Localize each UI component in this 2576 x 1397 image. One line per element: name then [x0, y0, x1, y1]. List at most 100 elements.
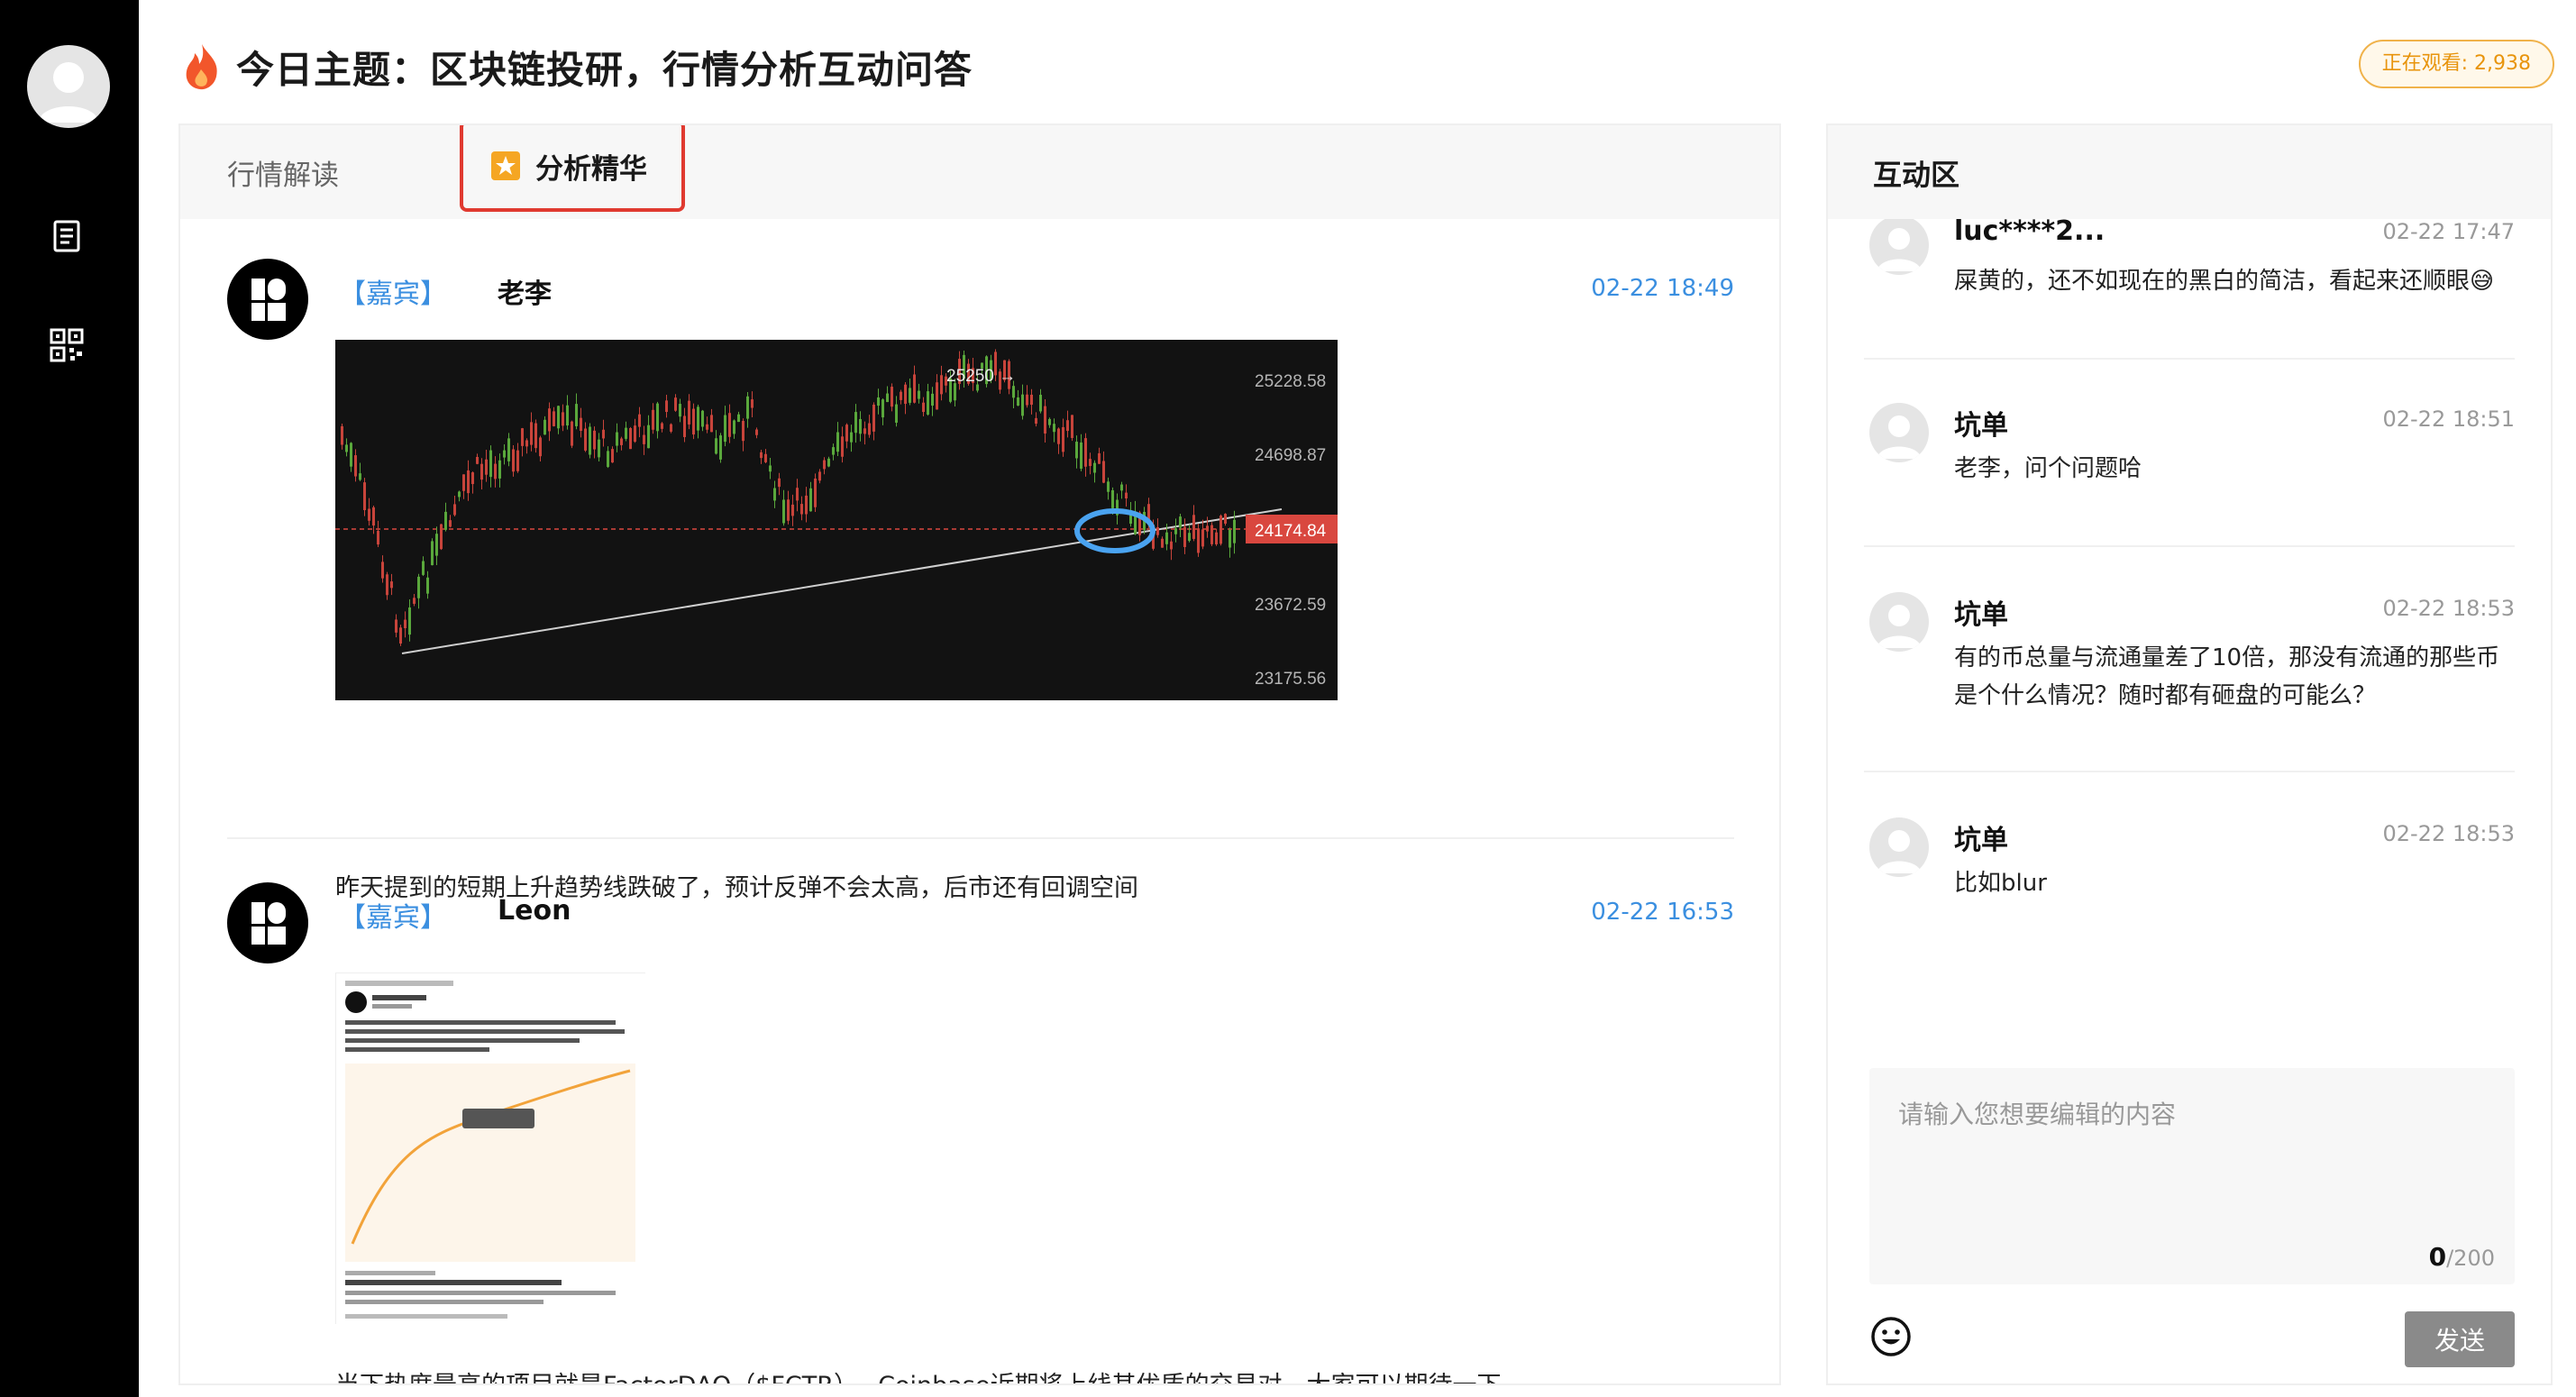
- commenter-avatar: [1869, 215, 1929, 275]
- price-tick: 23175.56: [1255, 670, 1326, 689]
- candle-body: [1066, 420, 1069, 432]
- candle-body: [638, 414, 641, 427]
- candle-body: [1080, 442, 1082, 470]
- candle-body: [462, 474, 465, 491]
- candle-body: [494, 463, 497, 479]
- guest-tag: 【嘉宾】: [339, 902, 447, 934]
- candle-body: [372, 507, 375, 526]
- candle-body: [918, 390, 920, 399]
- post-time: 02-22 18:49: [1591, 275, 1734, 302]
- candle-body: [1098, 452, 1101, 464]
- candle-body: [471, 472, 474, 485]
- candle-body: [1156, 526, 1159, 535]
- candle-body: [571, 421, 573, 446]
- commenter-avatar: [1869, 817, 1929, 877]
- candle-body: [841, 436, 844, 457]
- kline-chart-image[interactable]: 25250 → 25228.58 24698.87 24174.84 23672…: [335, 340, 1338, 700]
- candle-body: [593, 430, 596, 450]
- candle-body: [1093, 462, 1096, 473]
- comment-input[interactable]: 请输入您想要编辑的内容 0/200: [1869, 1068, 2515, 1284]
- comment-text: 老李，问个问题哈: [1954, 455, 2142, 482]
- char-count-current: 0: [2428, 1242, 2447, 1272]
- main-panel: 行情解读 分析精华 【嘉宾】 老李 02-22 18:49 25250 → 25…: [178, 123, 1781, 1385]
- candle-body: [467, 470, 470, 494]
- tab-analysis-highlights[interactable]: 分析精华: [460, 125, 685, 212]
- candle-body: [724, 415, 726, 443]
- candle-body: [931, 393, 934, 406]
- candle-body: [1084, 438, 1087, 467]
- peak-label: 25250 →: [946, 367, 1016, 386]
- candle-body: [530, 422, 533, 445]
- candle-body: [683, 415, 686, 437]
- candle-body: [805, 495, 808, 515]
- candle-body: [404, 619, 406, 629]
- user-avatar[interactable]: [27, 45, 110, 128]
- candle-body: [498, 460, 501, 479]
- candle-body: [431, 541, 434, 566]
- candle-body: [1017, 397, 1019, 406]
- post-item: 【嘉宾】 老李 02-22 18:49 25250 → 25228.58 246…: [227, 259, 1734, 902]
- candle-body: [548, 408, 551, 432]
- candle-body: [886, 393, 889, 403]
- guest-avatar: [227, 882, 308, 963]
- candle-body: [845, 425, 848, 442]
- candle-body: [1048, 418, 1051, 425]
- candle-body: [868, 423, 871, 435]
- tweet-screenshot-image[interactable]: [335, 972, 646, 1325]
- qr-code-icon[interactable]: [48, 326, 86, 364]
- tab-label: 行情解读: [227, 159, 339, 192]
- candle-body: [363, 482, 366, 511]
- candle-body: [877, 397, 880, 406]
- candle-body: [422, 561, 425, 575]
- interaction-title: 互动区: [1873, 158, 1960, 192]
- candle-body: [444, 511, 447, 530]
- candle-body: [562, 412, 564, 426]
- candle-body: [782, 499, 785, 524]
- candle-body: [341, 425, 343, 445]
- candle-body: [1224, 514, 1227, 525]
- candle-body: [435, 534, 438, 556]
- comment-time: 02-22 17:47: [2382, 219, 2515, 244]
- document-icon[interactable]: [48, 216, 86, 254]
- candle-body: [575, 404, 578, 426]
- candle-body: [381, 562, 384, 579]
- comment-text: 有的币总量与流通量差了10倍，那没有流通的那些币是个什么情况？随时都有砸盘的可能…: [1954, 644, 2500, 709]
- candle-body: [368, 508, 370, 521]
- send-button[interactable]: 发送: [2405, 1311, 2515, 1367]
- candle-body: [1233, 519, 1236, 543]
- candle-body: [1120, 484, 1123, 491]
- candle-body: [904, 384, 907, 405]
- fire-icon: [186, 44, 217, 90]
- candle-body: [1183, 526, 1186, 547]
- commenter-avatar: [1869, 592, 1929, 652]
- candle-body: [674, 397, 677, 411]
- candle-body: [458, 491, 461, 498]
- tab-market-interpretation[interactable]: 行情解读: [227, 125, 339, 219]
- guest-avatar: [227, 259, 308, 340]
- candle-body: [895, 404, 898, 423]
- post-divider: [227, 837, 1734, 839]
- candle-body: [643, 434, 645, 444]
- candle-body: [1062, 426, 1064, 452]
- candle-body: [697, 406, 699, 431]
- price-tick-current: 24174.84: [1255, 522, 1327, 541]
- candle-body: [1035, 417, 1037, 425]
- candle-body: [701, 410, 704, 427]
- candle-body: [1188, 533, 1191, 542]
- candle-body: [386, 574, 388, 596]
- candle-body: [1170, 541, 1173, 550]
- candle-body: [602, 429, 605, 439]
- candle-body: [1053, 424, 1055, 433]
- comment-divider: [1864, 771, 2515, 772]
- candle-body: [751, 399, 754, 408]
- interaction-header: 互动区: [1828, 125, 2551, 219]
- candle-body: [670, 424, 672, 432]
- candle-body: [534, 423, 537, 449]
- commenter-name: 坑单: [1954, 599, 2008, 631]
- candle-body: [1039, 395, 1042, 412]
- candle-body: [760, 452, 763, 459]
- candle-body: [1075, 442, 1078, 459]
- candle-body: [476, 456, 479, 464]
- emoji-icon[interactable]: [1869, 1315, 1913, 1358]
- candle-body: [661, 423, 663, 429]
